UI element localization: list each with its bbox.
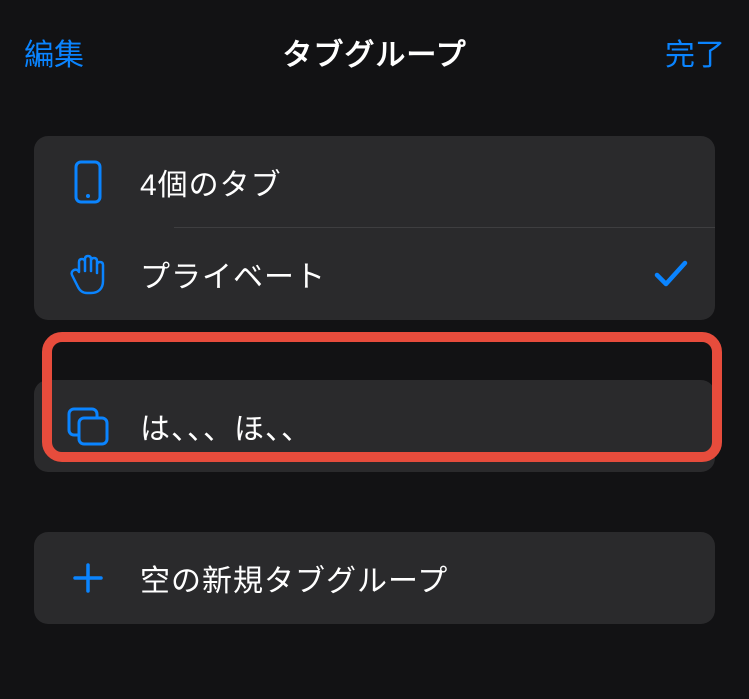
hand-icon bbox=[58, 253, 118, 295]
row-tab-group[interactable]: は、、、ほ、、 bbox=[34, 380, 715, 472]
plus-icon bbox=[58, 561, 118, 595]
row-private-label: プライベート bbox=[140, 252, 651, 296]
row-private[interactable]: プライベート bbox=[34, 228, 715, 320]
header: 編集 タブグループ 完了 bbox=[0, 0, 749, 94]
section-default: 4個のタブ プライベート bbox=[34, 136, 715, 320]
section-groups: は、、、ほ、、 bbox=[34, 380, 715, 472]
page-title: タブグループ bbox=[282, 30, 466, 74]
row-tabs-label: 4個のタブ bbox=[140, 160, 691, 204]
row-new-tab-group[interactable]: 空の新規タブグループ bbox=[34, 532, 715, 624]
row-tabs[interactable]: 4個のタブ bbox=[34, 136, 715, 228]
device-phone-icon bbox=[58, 160, 118, 204]
section-new: 空の新規タブグループ bbox=[34, 532, 715, 624]
done-button[interactable]: 完了 bbox=[665, 30, 725, 74]
row-new-tab-group-label: 空の新規タブグループ bbox=[140, 556, 691, 600]
row-tab-group-label: は、、、ほ、、 bbox=[140, 404, 691, 448]
tab-group-icon bbox=[58, 406, 118, 446]
edit-button[interactable]: 編集 bbox=[24, 30, 84, 74]
checkmark-icon bbox=[651, 259, 691, 289]
